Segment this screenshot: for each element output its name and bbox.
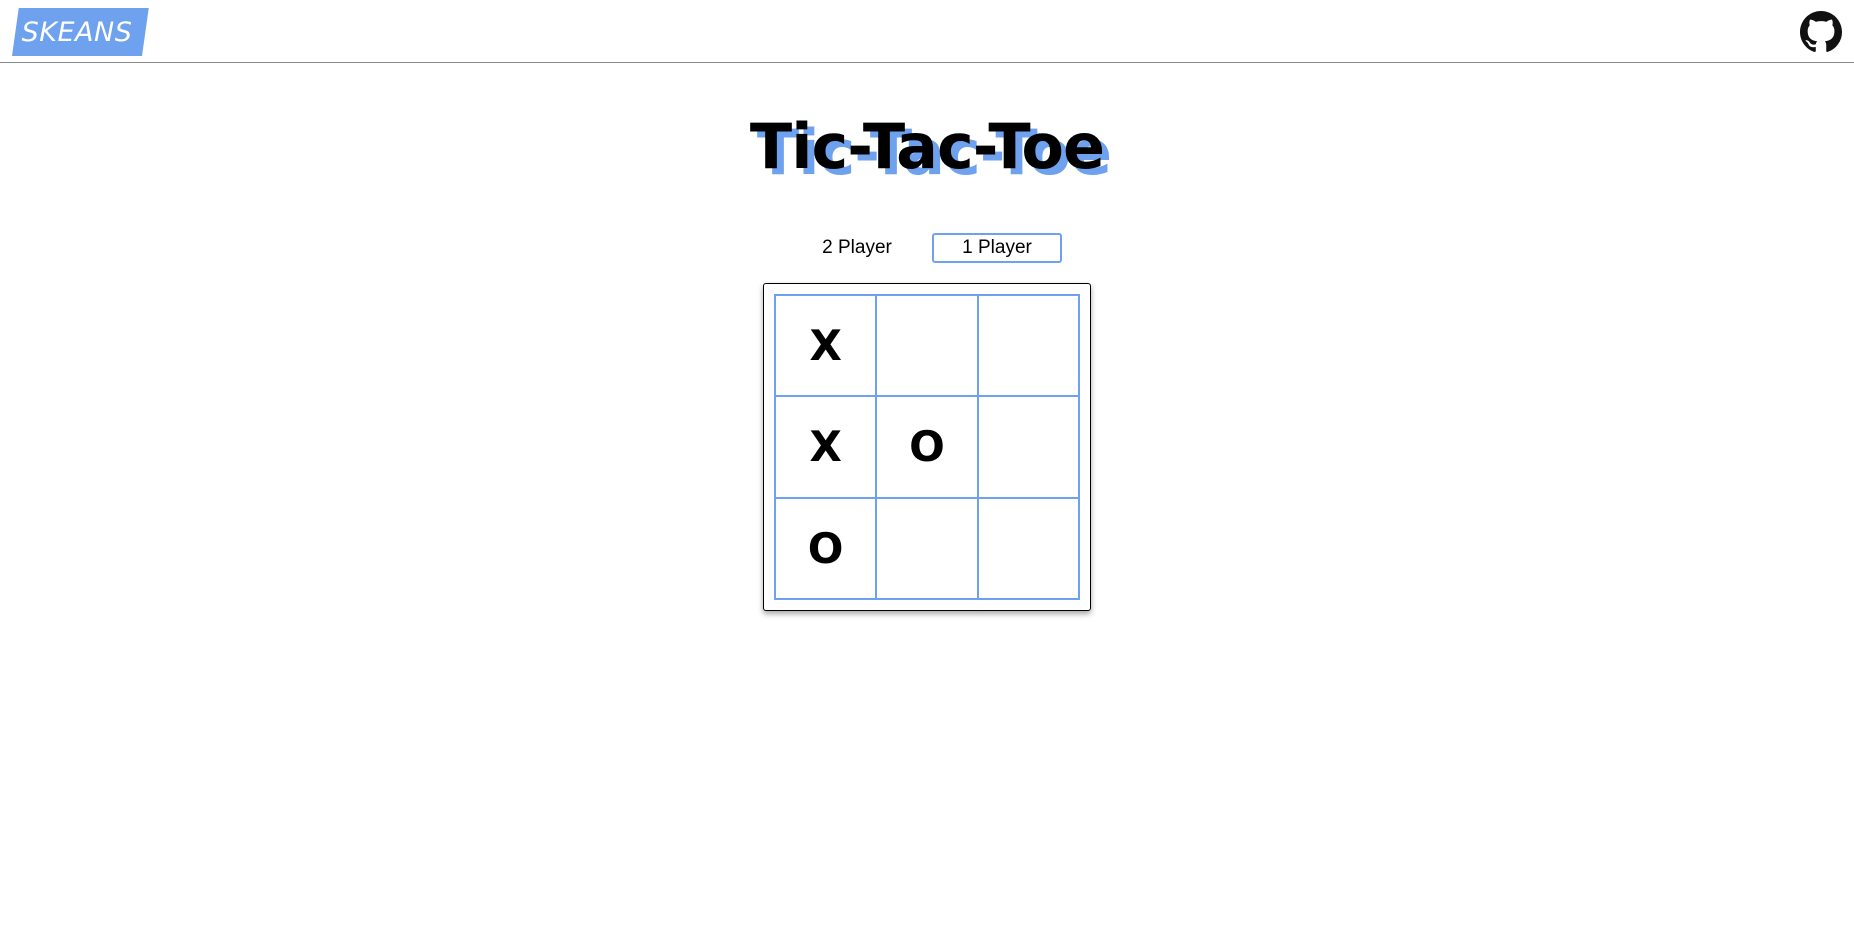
board-cell-5[interactable]: O [876,396,978,498]
board-cell-4[interactable]: X [775,396,877,498]
one-player-button[interactable]: 1 Player [932,233,1062,263]
game-board-card: X X O O [763,283,1091,611]
board-cell-3[interactable] [977,295,1079,397]
board-cell-9[interactable] [977,497,1079,599]
game-board: X X O O [774,294,1080,600]
github-icon[interactable] [1800,11,1842,53]
logo[interactable]: SKEANS [12,8,149,56]
logo-text: SKEANS [21,16,133,48]
top-bar: SKEANS [0,0,1854,63]
mode-selector: 2 Player 1 Player [0,233,1854,263]
board-cell-7[interactable]: O [775,497,877,599]
two-player-button[interactable]: 2 Player [800,233,914,263]
board-cell-2[interactable] [876,295,978,397]
board-cell-6[interactable] [977,396,1079,498]
board-cell-1[interactable]: X [775,295,877,397]
page-title: Tic-Tac-Toe [749,110,1105,183]
board-cell-8[interactable] [876,497,978,599]
